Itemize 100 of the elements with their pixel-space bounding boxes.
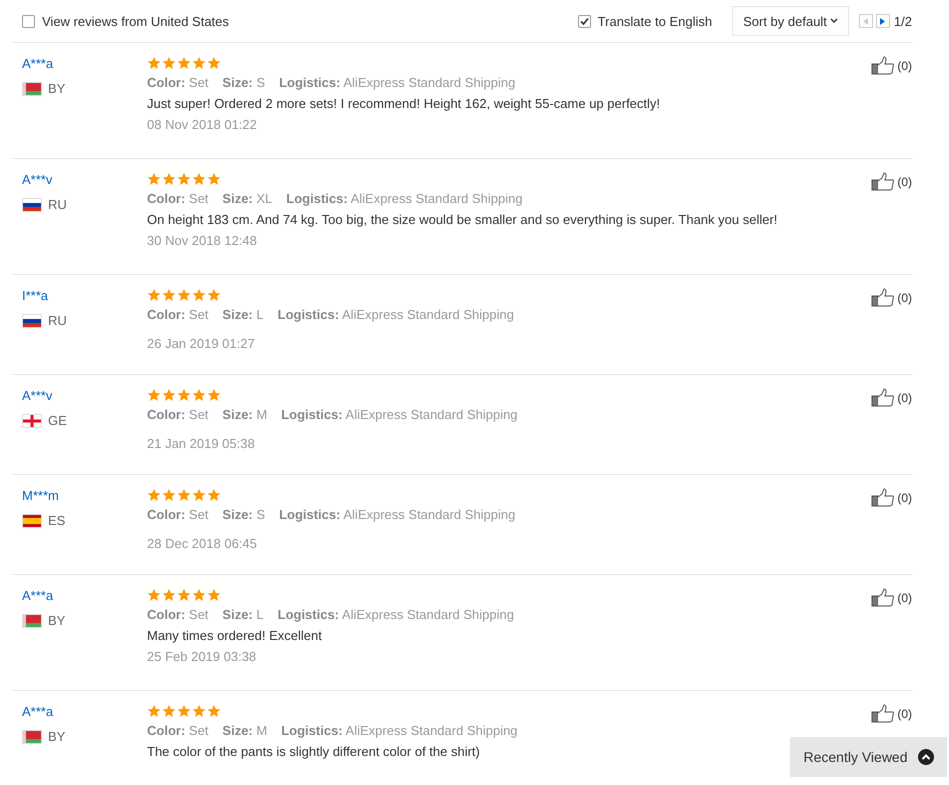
star-icon xyxy=(162,704,176,718)
star-icon xyxy=(177,288,191,302)
thumbs-up-icon[interactable] xyxy=(871,172,896,191)
right-arrow-icon xyxy=(880,18,886,24)
color-attribute: Color: Set xyxy=(147,723,208,738)
star-icon xyxy=(162,388,176,402)
star-icon xyxy=(177,488,191,502)
review-date: 28 Dec 2018 06:45 xyxy=(147,536,258,551)
like-count: (0) xyxy=(897,391,912,405)
logistics-attribute: Logistics: AliExpress Standard Shipping xyxy=(279,507,516,522)
like-count: (0) xyxy=(897,59,912,73)
like-count: (0) xyxy=(897,291,912,305)
star-icon xyxy=(207,488,221,502)
thumbs-up-icon[interactable] xyxy=(871,488,896,507)
flag-icon xyxy=(22,82,42,96)
star-icon xyxy=(162,288,176,302)
review-text: On height 183 cm. And 74 kg. Too big, the size would be smaller and so everything is super. Thank you seller! xyxy=(147,212,778,227)
star-icon xyxy=(192,56,206,70)
star-icon xyxy=(177,56,191,70)
like-count: (0) xyxy=(897,591,912,605)
thumbs-up-icon[interactable] xyxy=(871,704,896,723)
review-text: Just super! Ordered 2 more sets! I recommend! Height 162, weight 55-came up perfectly! xyxy=(147,96,662,111)
star-icon xyxy=(147,56,161,70)
size-attribute: Size: M xyxy=(222,407,268,422)
filter-checkbox[interactable]: View reviews from United States xyxy=(22,14,229,28)
star-icon xyxy=(177,588,191,602)
star-icon xyxy=(192,172,206,186)
flag-icon xyxy=(22,614,42,628)
country-code: GE xyxy=(48,413,67,428)
left-arrow-icon xyxy=(863,18,868,24)
color-attribute: Color: Set xyxy=(147,407,208,422)
color-attribute: Color: Set xyxy=(147,507,208,522)
size-attribute: Size: M xyxy=(222,723,268,738)
flag-icon xyxy=(22,514,42,528)
logistics-attribute: Logistics: AliExpress Standard Shipping xyxy=(281,407,518,422)
review-date: 08 Nov 2018 01:22 xyxy=(147,117,258,132)
color-attribute: Color: Set xyxy=(147,307,208,322)
reviewer-name[interactable]: A***v xyxy=(22,172,147,187)
star-icon xyxy=(192,288,206,302)
country-code: BY xyxy=(48,81,66,96)
reviewer-name[interactable]: A***a xyxy=(22,704,147,719)
star-icon xyxy=(147,588,161,602)
logistics-attribute: Logistics: AliExpress Standard Shipping xyxy=(286,191,523,206)
star-icon xyxy=(177,704,191,718)
reviewer-name[interactable]: A***a xyxy=(22,56,147,71)
chevron-up-icon xyxy=(918,749,934,765)
country-code: RU xyxy=(48,197,67,212)
star-icon xyxy=(147,288,161,302)
thumbs-up-icon[interactable] xyxy=(871,56,896,75)
next-page-button[interactable] xyxy=(876,14,890,28)
translate-checkbox[interactable]: Translate to English xyxy=(578,14,712,28)
color-attribute: Color: Set xyxy=(147,75,208,90)
like-count: (0) xyxy=(897,175,912,189)
star-icon xyxy=(192,704,206,718)
star-icon xyxy=(207,388,221,402)
star-icon xyxy=(207,172,221,186)
star-icon xyxy=(162,172,176,186)
flag-icon xyxy=(22,198,42,212)
star-icon xyxy=(207,288,221,302)
size-attribute: Size: S xyxy=(222,75,266,90)
thumbs-up-icon[interactable] xyxy=(871,588,896,607)
size-attribute: Size: XL xyxy=(222,191,272,206)
logistics-attribute: Logistics: AliExpress Standard Shipping xyxy=(279,75,516,90)
star-icon xyxy=(162,488,176,502)
thumbs-up-icon[interactable] xyxy=(871,288,896,307)
flag-icon xyxy=(22,730,42,744)
star-icon xyxy=(177,388,191,402)
star-icon xyxy=(147,488,161,502)
reviewer-name[interactable]: M***m xyxy=(22,488,147,503)
flag-icon xyxy=(22,314,42,328)
size-attribute: Size: L xyxy=(222,607,264,622)
star-icon xyxy=(162,56,176,70)
review-date: 30 Nov 2018 12:48 xyxy=(147,233,258,248)
flag-icon xyxy=(22,414,42,428)
color-attribute: Color: Set xyxy=(147,191,208,206)
reviewer-name[interactable]: I***a xyxy=(22,288,147,303)
review-text: Many times ordered! Excellent xyxy=(147,628,323,643)
thumbs-up-icon[interactable] xyxy=(871,388,896,407)
star-icon xyxy=(147,172,161,186)
country-code: BY xyxy=(48,613,66,628)
reviewer-name[interactable]: A***v xyxy=(22,388,147,403)
reviewer-name[interactable]: A***a xyxy=(22,588,147,603)
review-date: 21 Jan 2019 05:38 xyxy=(147,436,256,451)
review-date: 26 Jan 2019 01:27 xyxy=(147,336,256,351)
country-code: ES xyxy=(48,513,66,528)
recently-viewed-button[interactable]: Recently Viewed xyxy=(790,737,947,777)
caret-icon xyxy=(830,18,838,24)
review-date: 25 Feb 2019 03:38 xyxy=(147,649,258,664)
size-attribute: Size: L xyxy=(222,307,264,322)
logistics-attribute: Logistics: AliExpress Standard Shipping xyxy=(278,607,514,622)
country-code: BY xyxy=(48,729,66,744)
star-icon xyxy=(147,388,161,402)
sort-dropdown[interactable]: Sort by default xyxy=(732,6,849,36)
like-count: (0) xyxy=(897,707,912,721)
star-icon xyxy=(177,172,191,186)
star-icon xyxy=(192,588,206,602)
star-icon xyxy=(207,56,221,70)
like-count: (0) xyxy=(897,491,912,505)
star-icon xyxy=(192,388,206,402)
star-icon xyxy=(147,704,161,718)
